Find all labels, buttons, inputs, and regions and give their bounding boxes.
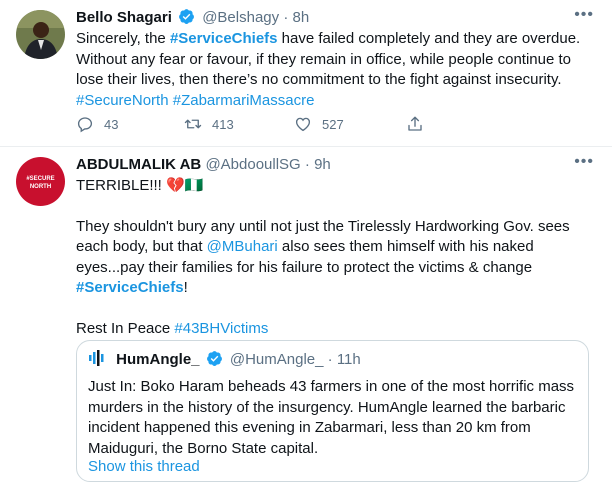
retweet-icon <box>184 119 202 129</box>
quoted-tweet-header: HumAngle_ @HumAngle_ · 11h <box>88 349 361 370</box>
quoted-tweet[interactable]: HumAngle_ @HumAngle_ · 11h Just In: Boko… <box>76 340 589 482</box>
hashtag-43bhvictims[interactable]: #43BHVictims <box>174 320 268 337</box>
author-name[interactable]: Bello Shagari <box>76 9 172 26</box>
share-icon <box>408 116 422 131</box>
hashtag-zabarmarimassacre[interactable]: #ZabarmariMassacre <box>173 92 315 109</box>
svg-text:NORTH: NORTH <box>30 184 51 190</box>
quoted-author-handle[interactable]: @HumAngle_ <box>230 351 324 368</box>
text-segment: Sincerely, the <box>76 30 170 47</box>
tweet-actions: 43 413 527 <box>76 112 516 136</box>
hashtag-servicechiefs[interactable]: #ServiceChiefs <box>170 30 278 47</box>
text-segment: Rest In Peace <box>76 319 175 337</box>
tweet-line-terrible: TERRIBLE!!! 💔🇳🇬 <box>76 177 204 194</box>
retweet-count: 413 <box>212 116 234 132</box>
avatar[interactable]: #SECURE NORTH <box>16 157 65 206</box>
reply-count: 43 <box>104 116 119 132</box>
share-button[interactable] <box>406 112 434 136</box>
tweet-text: Sincerely, the #ServiceChiefs have faile… <box>76 29 596 111</box>
reply-button[interactable]: 43 <box>76 112 118 136</box>
retweet-button[interactable]: 413 <box>184 112 234 136</box>
separator-dot: · <box>304 156 310 173</box>
reply-icon <box>77 117 93 133</box>
author-handle[interactable]: @Belshagy <box>202 9 279 26</box>
tweet-header: Bello Shagari @Belshagy · 8h <box>76 8 309 28</box>
svg-text:#SECURE: #SECURE <box>26 176 54 182</box>
verified-badge-icon <box>206 350 223 367</box>
hashtag-securenorth[interactable]: #SecureNorth <box>76 92 169 109</box>
author-handle[interactable]: @AbdooullSG <box>205 156 300 173</box>
tweet-header: ABDULMALIK AB @AbdooullSG · 9h <box>76 155 331 175</box>
tweet-bello-shagari[interactable]: Bello Shagari @Belshagy · 8h ••• Sincere… <box>0 0 612 147</box>
text-segment: ! <box>183 279 188 296</box>
author-name[interactable]: ABDULMALIK AB <box>76 156 201 173</box>
mention-mbuhari[interactable]: @MBuhari <box>207 238 278 255</box>
like-button[interactable]: 527 <box>294 112 344 136</box>
more-icon[interactable]: ••• <box>574 153 594 171</box>
quoted-tweet-text: Just In: Boko Haram beheads 43 farmers i… <box>88 378 575 457</box>
verified-badge-icon <box>178 8 195 25</box>
quoted-timestamp[interactable]: 11h <box>337 351 361 368</box>
separator-dot: · <box>327 351 333 368</box>
separator-dot: · <box>283 9 289 26</box>
hashtag-servicechiefs[interactable]: #ServiceChiefs <box>76 279 184 296</box>
avatar[interactable] <box>16 10 65 59</box>
tweet-line-rip: Rest In Peace #43BHVictims <box>76 319 596 340</box>
tweet-text: TERRIBLE!!! 💔🇳🇬 They shouldn't bury any … <box>76 176 596 339</box>
quoted-author-name[interactable]: HumAngle_ <box>116 351 199 368</box>
timestamp[interactable]: 9h <box>314 156 331 173</box>
like-icon <box>295 117 311 132</box>
show-thread-link[interactable]: Show this thread <box>88 458 200 475</box>
more-icon[interactable]: ••• <box>574 6 594 24</box>
tweet-paragraph: They shouldn't bury any until not just t… <box>76 217 596 299</box>
tweet-abdulmalik[interactable]: #SECURE NORTH ABDULMALIK AB @AbdooullSG … <box>0 147 612 490</box>
timestamp[interactable]: 8h <box>292 9 309 26</box>
like-count: 527 <box>322 116 344 132</box>
humangle-logo-icon <box>88 349 106 367</box>
